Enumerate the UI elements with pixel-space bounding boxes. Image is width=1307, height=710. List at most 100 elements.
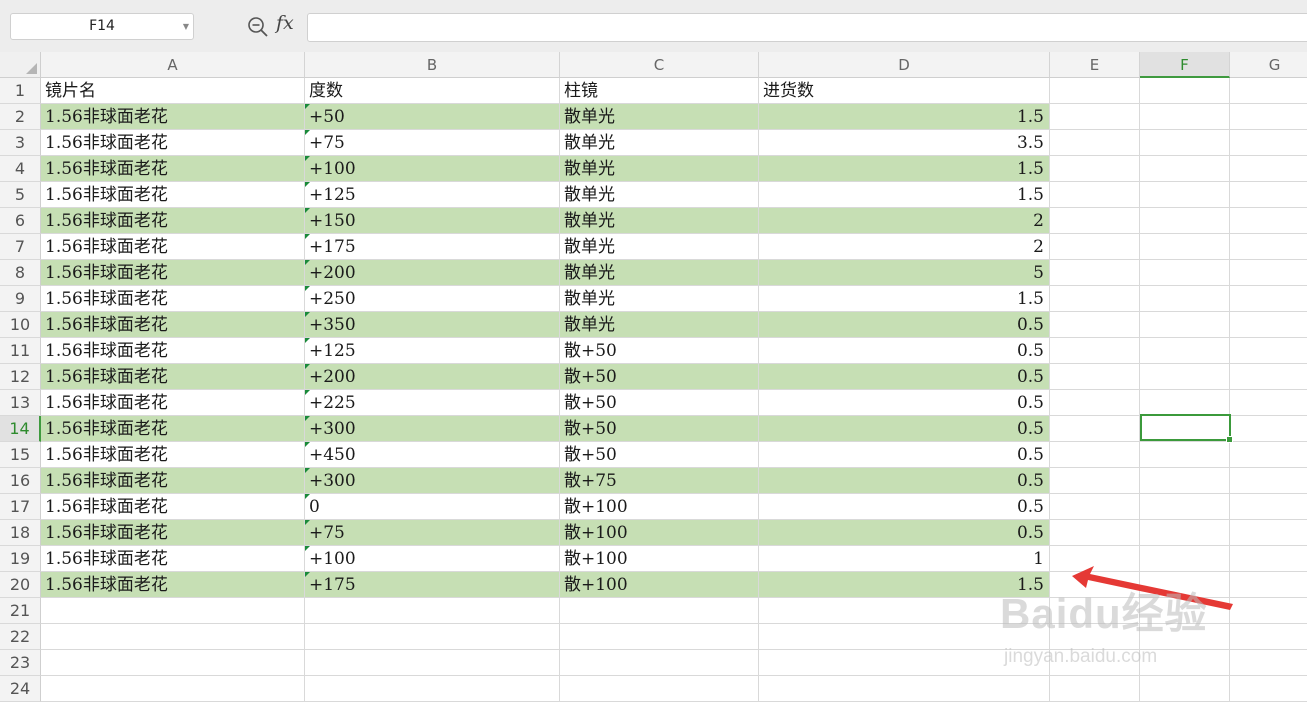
cell-f11[interactable] <box>1140 338 1230 364</box>
cell-d18[interactable]: 0.5 <box>759 520 1050 546</box>
cell-b1[interactable]: 度数 <box>305 78 560 104</box>
cell-f13[interactable] <box>1140 390 1230 416</box>
cell-d19[interactable]: 1 <box>759 546 1050 572</box>
cell-b5[interactable]: +125 <box>305 182 560 208</box>
cell-c13[interactable]: 散+50 <box>560 390 759 416</box>
row-header[interactable]: 6 <box>0 208 41 234</box>
cell-e9[interactable] <box>1050 286 1140 312</box>
row-header[interactable]: 18 <box>0 520 41 546</box>
cell-b2[interactable]: +50 <box>305 104 560 130</box>
cell-c3[interactable]: 散单光 <box>560 130 759 156</box>
row-header[interactable]: 17 <box>0 494 41 520</box>
cell-c5[interactable]: 散单光 <box>560 182 759 208</box>
cell-d7[interactable]: 2 <box>759 234 1050 260</box>
cell-c4[interactable]: 散单光 <box>560 156 759 182</box>
cell-a14[interactable]: 1.56非球面老花 <box>41 416 305 442</box>
cell-c6[interactable]: 散单光 <box>560 208 759 234</box>
row-header[interactable]: 12 <box>0 364 41 390</box>
cell-c18[interactable]: 散+100 <box>560 520 759 546</box>
cell-c7[interactable]: 散单光 <box>560 234 759 260</box>
row-header[interactable]: 5 <box>0 182 41 208</box>
cell-g4[interactable] <box>1230 156 1307 182</box>
cell-d12[interactable]: 0.5 <box>759 364 1050 390</box>
cell-b3[interactable]: +75 <box>305 130 560 156</box>
column-header-d[interactable]: D <box>759 52 1050 78</box>
cell-a9[interactable]: 1.56非球面老花 <box>41 286 305 312</box>
cell-b15[interactable]: +450 <box>305 442 560 468</box>
cell-f10[interactable] <box>1140 312 1230 338</box>
cell-d2[interactable]: 1.5 <box>759 104 1050 130</box>
cell-g18[interactable] <box>1230 520 1307 546</box>
name-box[interactable]: F14 ▼ <box>10 13 194 40</box>
cell-a23[interactable] <box>41 650 305 676</box>
cell-d11[interactable]: 0.5 <box>759 338 1050 364</box>
cell-b4[interactable]: +100 <box>305 156 560 182</box>
cell-b9[interactable]: +250 <box>305 286 560 312</box>
cell-b8[interactable]: +200 <box>305 260 560 286</box>
column-header-b[interactable]: B <box>305 52 560 78</box>
cell-f12[interactable] <box>1140 364 1230 390</box>
cell-g9[interactable] <box>1230 286 1307 312</box>
cell-e14[interactable] <box>1050 416 1140 442</box>
column-header-a[interactable]: A <box>41 52 305 78</box>
cell-g6[interactable] <box>1230 208 1307 234</box>
row-header[interactable]: 16 <box>0 468 41 494</box>
cell-b22[interactable] <box>305 624 560 650</box>
cell-a7[interactable]: 1.56非球面老花 <box>41 234 305 260</box>
cell-g19[interactable] <box>1230 546 1307 572</box>
cell-a10[interactable]: 1.56非球面老花 <box>41 312 305 338</box>
cell-e12[interactable] <box>1050 364 1140 390</box>
cell-f4[interactable] <box>1140 156 1230 182</box>
cell-c21[interactable] <box>560 598 759 624</box>
cell-a19[interactable]: 1.56非球面老花 <box>41 546 305 572</box>
cell-d16[interactable]: 0.5 <box>759 468 1050 494</box>
row-header[interactable]: 20 <box>0 572 41 598</box>
cell-b16[interactable]: +300 <box>305 468 560 494</box>
cell-f6[interactable] <box>1140 208 1230 234</box>
cell-a17[interactable]: 1.56非球面老花 <box>41 494 305 520</box>
cell-e1[interactable] <box>1050 78 1140 104</box>
row-header[interactable]: 19 <box>0 546 41 572</box>
row-header[interactable]: 13 <box>0 390 41 416</box>
row-header[interactable]: 14 <box>0 416 41 442</box>
cell-e16[interactable] <box>1050 468 1140 494</box>
cell-d14[interactable]: 0.5 <box>759 416 1050 442</box>
cell-f2[interactable] <box>1140 104 1230 130</box>
cell-f5[interactable] <box>1140 182 1230 208</box>
cell-c10[interactable]: 散单光 <box>560 312 759 338</box>
cell-a3[interactable]: 1.56非球面老花 <box>41 130 305 156</box>
column-header-e[interactable]: E <box>1050 52 1140 78</box>
row-header[interactable]: 3 <box>0 130 41 156</box>
formula-input[interactable] <box>307 13 1307 42</box>
cell-c22[interactable] <box>560 624 759 650</box>
cell-g15[interactable] <box>1230 442 1307 468</box>
cell-d1[interactable]: 进货数 <box>759 78 1050 104</box>
row-header[interactable]: 24 <box>0 676 41 702</box>
cell-g7[interactable] <box>1230 234 1307 260</box>
cell-a8[interactable]: 1.56非球面老花 <box>41 260 305 286</box>
cell-e15[interactable] <box>1050 442 1140 468</box>
cell-c12[interactable]: 散+50 <box>560 364 759 390</box>
cell-c9[interactable]: 散单光 <box>560 286 759 312</box>
cell-f3[interactable] <box>1140 130 1230 156</box>
cell-d9[interactable]: 1.5 <box>759 286 1050 312</box>
row-header[interactable]: 15 <box>0 442 41 468</box>
cell-b12[interactable]: +200 <box>305 364 560 390</box>
cell-c17[interactable]: 散+100 <box>560 494 759 520</box>
cell-b19[interactable]: +100 <box>305 546 560 572</box>
cell-g8[interactable] <box>1230 260 1307 286</box>
cell-c11[interactable]: 散+50 <box>560 338 759 364</box>
column-header-g[interactable]: G <box>1230 52 1307 78</box>
row-header[interactable]: 1 <box>0 78 41 104</box>
row-header[interactable]: 8 <box>0 260 41 286</box>
cell-e13[interactable] <box>1050 390 1140 416</box>
cell-e7[interactable] <box>1050 234 1140 260</box>
cell-b6[interactable]: +150 <box>305 208 560 234</box>
cell-g11[interactable] <box>1230 338 1307 364</box>
cell-a6[interactable]: 1.56非球面老花 <box>41 208 305 234</box>
cell-f7[interactable] <box>1140 234 1230 260</box>
row-header[interactable]: 9 <box>0 286 41 312</box>
cell-b23[interactable] <box>305 650 560 676</box>
cell-d6[interactable]: 2 <box>759 208 1050 234</box>
row-header[interactable]: 10 <box>0 312 41 338</box>
